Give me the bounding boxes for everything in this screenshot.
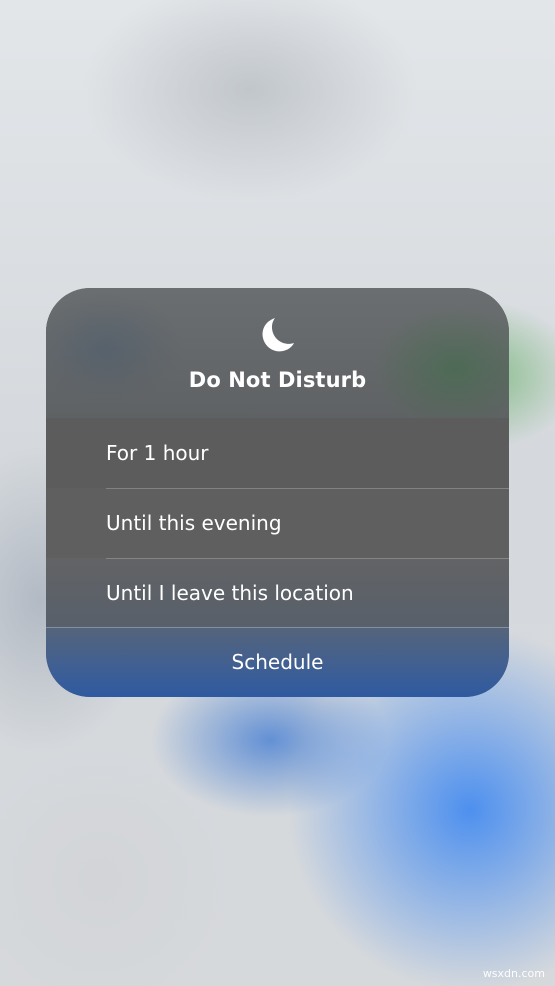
option-for-1-hour[interactable]: For 1 hour <box>46 418 509 488</box>
option-label: For 1 hour <box>106 441 209 465</box>
options-list: For 1 hour Until this evening Until I le… <box>46 418 509 628</box>
option-label: Until I leave this location <box>106 581 354 605</box>
popup-title: Do Not Disturb <box>188 368 367 392</box>
divider <box>106 558 509 559</box>
moon-icon <box>262 318 294 352</box>
watermark: wsxdn.com <box>482 967 545 980</box>
divider <box>106 488 509 489</box>
option-label: Until this evening <box>106 511 282 535</box>
schedule-divider <box>46 627 509 628</box>
popup-header: Do Not Disturb <box>46 288 509 418</box>
option-until-i-leave-this-location[interactable]: Until I leave this location <box>46 558 509 628</box>
option-until-this-evening[interactable]: Until this evening <box>46 488 509 558</box>
do-not-disturb-popup: Do Not Disturb For 1 hour Until this eve… <box>46 288 509 697</box>
schedule-button[interactable]: Schedule <box>46 627 509 697</box>
